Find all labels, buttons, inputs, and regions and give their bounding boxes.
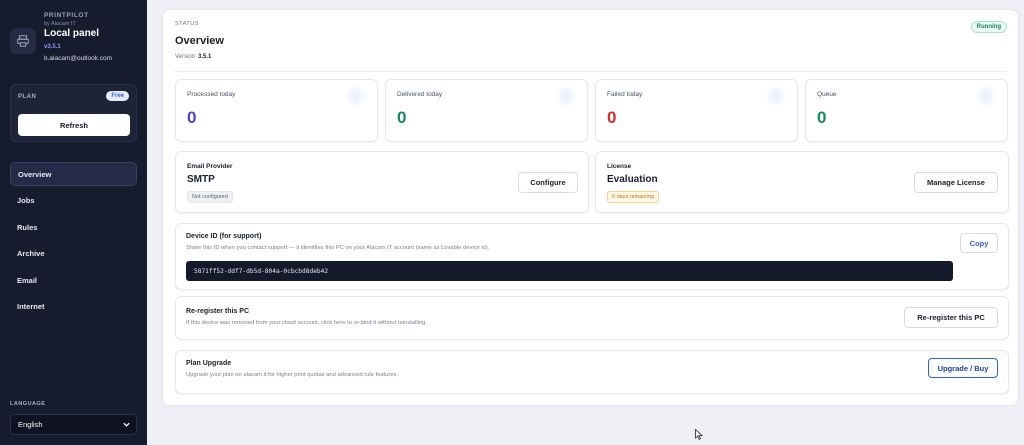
stat-value: 0: [817, 108, 827, 127]
stat-card-processed: Processed today 0: [175, 79, 378, 142]
plan-upgrade-description: Upgrade your plan on alacam.it for highe…: [186, 372, 399, 378]
stat-label: Delivered today: [397, 91, 443, 98]
stat-value: 0: [187, 108, 197, 127]
stat-value: 0: [607, 108, 617, 127]
status-label: STATUS: [175, 21, 199, 27]
license-label: License: [607, 163, 632, 170]
reregister-button[interactable]: Re-register this PC: [904, 307, 998, 328]
version-label: Version: [175, 54, 196, 60]
license-value: Evaluation: [607, 174, 658, 185]
sidebar-item-overview[interactable]: Overview: [10, 162, 137, 186]
sidebar-nav: Overview Jobs Rules Archive Email Intern…: [10, 162, 137, 321]
upgrade-buy-button[interactable]: Upgrade / Buy: [928, 358, 998, 378]
brand-block: PRINTPILOT by Alacam IT Local panel v3.5…: [10, 12, 140, 74]
app-version: v3.5.1: [44, 44, 61, 50]
device-id-value: 5871ff52-ddf7-db5d-804a-0cbcbd8deb42: [194, 267, 329, 275]
plan-box: PLAN Free Refresh: [10, 84, 137, 142]
sidebar-item-jobs[interactable]: Jobs: [10, 189, 137, 213]
stat-card-queue: Queue 0: [805, 79, 1008, 142]
plan-label: PLAN: [18, 94, 37, 100]
sidebar: PRINTPILOT by Alacam IT Local panel v3.5…: [0, 0, 147, 445]
stat-label: Failed today: [607, 91, 643, 98]
printer-icon: [17, 35, 29, 47]
manage-license-button[interactable]: Manage License: [914, 172, 998, 193]
stat-label: Processed today: [187, 91, 236, 98]
version-line: Version 3.5.1: [175, 54, 211, 60]
card-decoration: [345, 85, 367, 107]
page-title: Overview: [175, 35, 224, 47]
stat-card-failed: Failed today 0: [595, 79, 798, 142]
brand-by: by Alacam IT: [44, 21, 76, 27]
sidebar-item-internet[interactable]: Internet: [10, 295, 137, 319]
sidebar-item-email[interactable]: Email: [10, 268, 137, 292]
stat-label: Queue: [817, 91, 837, 98]
stat-card-delivered: Delivered today 0: [385, 79, 588, 142]
card-decoration: [765, 85, 787, 107]
reregister-card: Re-register this PC If this device was r…: [175, 296, 1009, 340]
email-provider-status: Not configured: [187, 191, 233, 203]
email-provider-value: SMTP: [187, 174, 215, 185]
license-status: 6 days remaining: [607, 191, 659, 203]
email-provider-label: Email Provider: [187, 163, 233, 170]
sidebar-item-archive[interactable]: Archive: [10, 242, 137, 266]
reregister-title: Re-register this PC: [186, 308, 250, 315]
device-id-description: Share this ID when you contact support —…: [186, 245, 490, 251]
language-select[interactable]: English: [10, 414, 137, 435]
device-id-title: Device ID (for support): [186, 233, 262, 240]
stat-value: 0: [397, 108, 407, 127]
app-logo-icon: [10, 28, 36, 54]
license-card: License Evaluation 6 days remaining Mana…: [595, 151, 1009, 213]
language-selected-value: English: [18, 420, 43, 429]
overview-panel: STATUS Overview Version 3.5.1 Running Pro…: [162, 9, 1019, 406]
version-value: 3.5.1: [198, 54, 212, 60]
refresh-button[interactable]: Refresh: [18, 114, 130, 136]
language-label: LANGUAGE: [10, 401, 46, 407]
status-badge: Running: [970, 21, 1007, 33]
chevron-down-icon: [123, 422, 130, 427]
email-provider-card: Email Provider SMTP Not configured Confi…: [175, 151, 589, 213]
card-decoration: [975, 85, 997, 107]
mouse-cursor-icon: [695, 429, 703, 440]
panel-title: Local panel: [44, 28, 100, 39]
user-email: b.alacam@outlook.com: [44, 55, 113, 62]
divider: [174, 71, 1007, 72]
plan-badge: Free: [106, 91, 129, 101]
copy-button[interactable]: Copy: [960, 233, 998, 253]
configure-button[interactable]: Configure: [518, 172, 578, 193]
reregister-description: If this device was removed from your clo…: [186, 320, 428, 326]
card-decoration: [555, 85, 577, 107]
plan-upgrade-card: Plan Upgrade Upgrade your plan on alacam…: [175, 350, 1009, 394]
device-id-field[interactable]: 5871ff52-ddf7-db5d-804a-0cbcbd8deb42: [186, 261, 953, 281]
sidebar-item-rules[interactable]: Rules: [10, 215, 137, 239]
device-id-card: Device ID (for support) Share this ID wh…: [175, 223, 1009, 290]
plan-upgrade-title: Plan Upgrade: [186, 360, 232, 367]
brand-name: PRINTPILOT: [44, 12, 89, 19]
